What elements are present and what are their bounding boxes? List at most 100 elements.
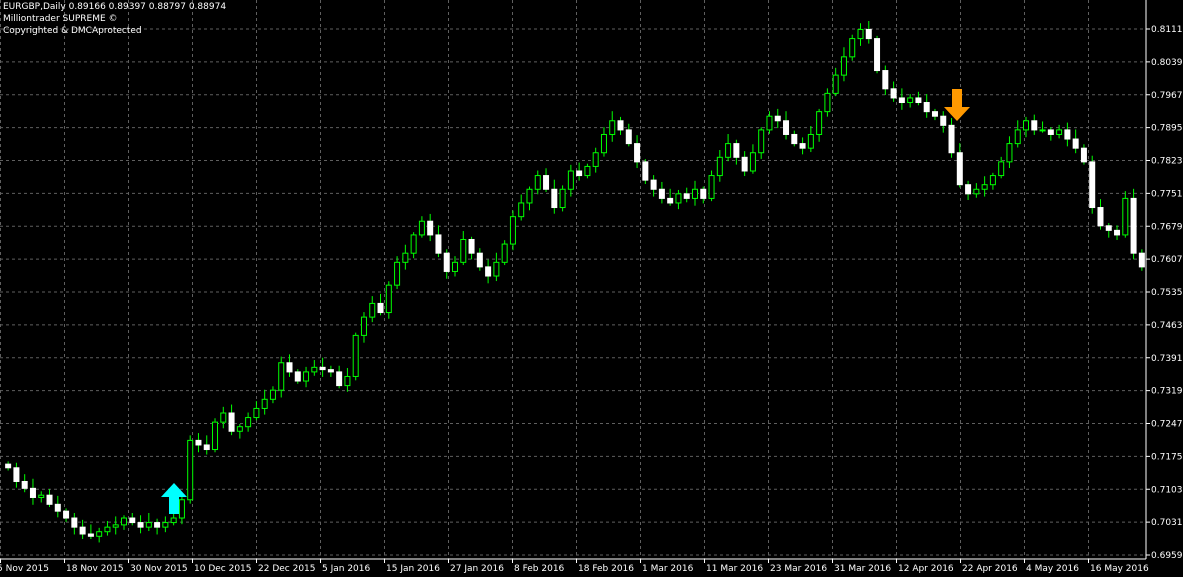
bear-candle-body: [1031, 120, 1038, 131]
bull-candle-body: [460, 238, 467, 263]
bear-candle-body: [427, 220, 434, 236]
candle: [212, 418, 219, 453]
bull-candle-body: [749, 152, 756, 172]
bull-candle-body: [1014, 129, 1021, 145]
bear-candle-body: [1138, 252, 1145, 268]
time-tick-label: 22 Dec 2015: [258, 564, 316, 574]
bull-candle-body: [162, 522, 169, 528]
bear-candle-body: [791, 133, 798, 145]
bull-candle-body: [253, 407, 260, 419]
bull-candle-body: [832, 74, 839, 94]
bear-candle-body: [865, 28, 872, 40]
bull-candle-body: [493, 261, 500, 277]
price-chart[interactable]: 0.81110 0.80390 0.79670 0.78950 0.78230 0.775…: [0, 0, 1183, 577]
price-tick-label: 0.70310: [1151, 518, 1183, 528]
price-tick-label: 0.75350: [1151, 288, 1183, 298]
bull-candle-body: [220, 412, 227, 423]
bull-candle-body: [385, 284, 392, 314]
bear-candle-body: [634, 143, 641, 163]
bear-candle-body: [203, 444, 210, 451]
bull-candle-body: [352, 334, 359, 377]
bull-candle-body: [691, 188, 698, 199]
bull-candle-body: [178, 499, 185, 519]
bear-candle-body: [1097, 207, 1104, 227]
bear-candle-body: [1114, 229, 1121, 236]
bull-candle-body: [998, 161, 1005, 177]
bear-candle-body: [485, 266, 492, 277]
price-tick-label: 0.80390: [1151, 58, 1183, 68]
candle: [559, 185, 566, 212]
bull-candle-body: [716, 156, 723, 177]
bear-candle-body: [476, 252, 483, 268]
indicator-name: Milliontrader SUPREME ©: [3, 14, 118, 24]
time-tick-label: 4 May 2016: [1026, 564, 1079, 574]
price-tick-label: 0.71030: [1151, 485, 1183, 495]
bull-candle-body: [857, 28, 864, 40]
bear-candle-body: [319, 366, 326, 371]
time-tick-label: 30 Nov 2015: [130, 564, 188, 574]
bear-candle-body: [576, 170, 583, 177]
bear-candle-body: [13, 467, 20, 482]
bull-candle-body: [96, 531, 103, 537]
bull-candle-body: [849, 38, 856, 58]
symbol-info: EURGBP,Daily 0.89166 0.89397 0.88797 0.8…: [3, 2, 227, 12]
bull-candle-body: [981, 184, 988, 190]
bear-candle-body: [195, 439, 202, 446]
bear-candle-body: [1064, 129, 1071, 140]
price-tick-label: 0.71750: [1151, 452, 1183, 462]
bear-candle-body: [940, 115, 947, 126]
time-tick-label: 10 Dec 2015: [194, 564, 252, 574]
price-tick-label: 0.78230: [1151, 157, 1183, 167]
price-tick-label: 0.69590: [1151, 551, 1183, 561]
bear-candle-body: [625, 129, 632, 145]
bear-candle-body: [327, 369, 334, 373]
price-tick-label: 0.76790: [1151, 222, 1183, 232]
bull-candle-body: [303, 371, 310, 382]
chart-header: EURGBP,Daily 0.89166 0.89397 0.88797 0.8…: [3, 1, 226, 37]
time-tick-label: 16 May 2016: [1090, 564, 1149, 574]
bear-candle-body: [931, 111, 938, 117]
time-tick-label: 11 Mar 2016: [706, 564, 763, 574]
bull-candle-body: [452, 261, 459, 272]
bull-candle-body: [758, 129, 765, 154]
bull-candle-body: [973, 188, 980, 195]
bear-candle-body: [71, 517, 78, 528]
bull-candle-body: [534, 175, 541, 190]
candle: [849, 34, 856, 61]
candle: [509, 210, 516, 251]
time-tick-label: 5 Nov 2015: [0, 564, 49, 574]
price-tick-label: 0.79670: [1151, 91, 1183, 101]
bear-candle-body: [965, 184, 972, 195]
bear-candle-body: [642, 161, 649, 181]
bull-candle-body: [394, 261, 401, 286]
bear-candle-body: [890, 88, 897, 99]
bear-candle-body: [733, 143, 740, 158]
bull-candle-body: [38, 494, 45, 498]
time-tick-label: 8 Feb 2016: [514, 564, 565, 574]
time-tick-label: 5 Jan 2016: [322, 564, 370, 574]
time-tick-label: 23 Mar 2016: [770, 564, 827, 574]
bull-candle-body: [418, 220, 425, 236]
bear-candle-body: [774, 115, 781, 122]
bear-candle-body: [286, 362, 293, 373]
bear-candle-body: [294, 371, 301, 382]
bull-candle-body: [675, 193, 682, 204]
candle: [1089, 155, 1096, 214]
bear-candle-body: [1080, 147, 1087, 163]
bull-candle-body: [1122, 197, 1129, 236]
bull-candle-body: [509, 216, 516, 245]
price-tick-label: 0.76070: [1151, 255, 1183, 265]
bear-candle-body: [700, 188, 707, 199]
price-tick-label: 0.81110: [1151, 25, 1183, 35]
bull-candle-body: [1039, 129, 1046, 132]
price-tick-label: 0.73190: [1151, 387, 1183, 397]
time-tick-label: 1 Mar 2016: [642, 564, 694, 574]
bull-candle-body: [526, 188, 533, 204]
price-tick-label: 0.73910: [1151, 354, 1183, 364]
bull-candle-body: [261, 398, 268, 409]
bear-candle-body: [336, 371, 343, 387]
bull-candle-body: [1023, 120, 1030, 131]
bear-candle-body: [87, 533, 94, 537]
bull-candle-body: [725, 143, 732, 158]
bull-candle-body: [170, 517, 177, 524]
